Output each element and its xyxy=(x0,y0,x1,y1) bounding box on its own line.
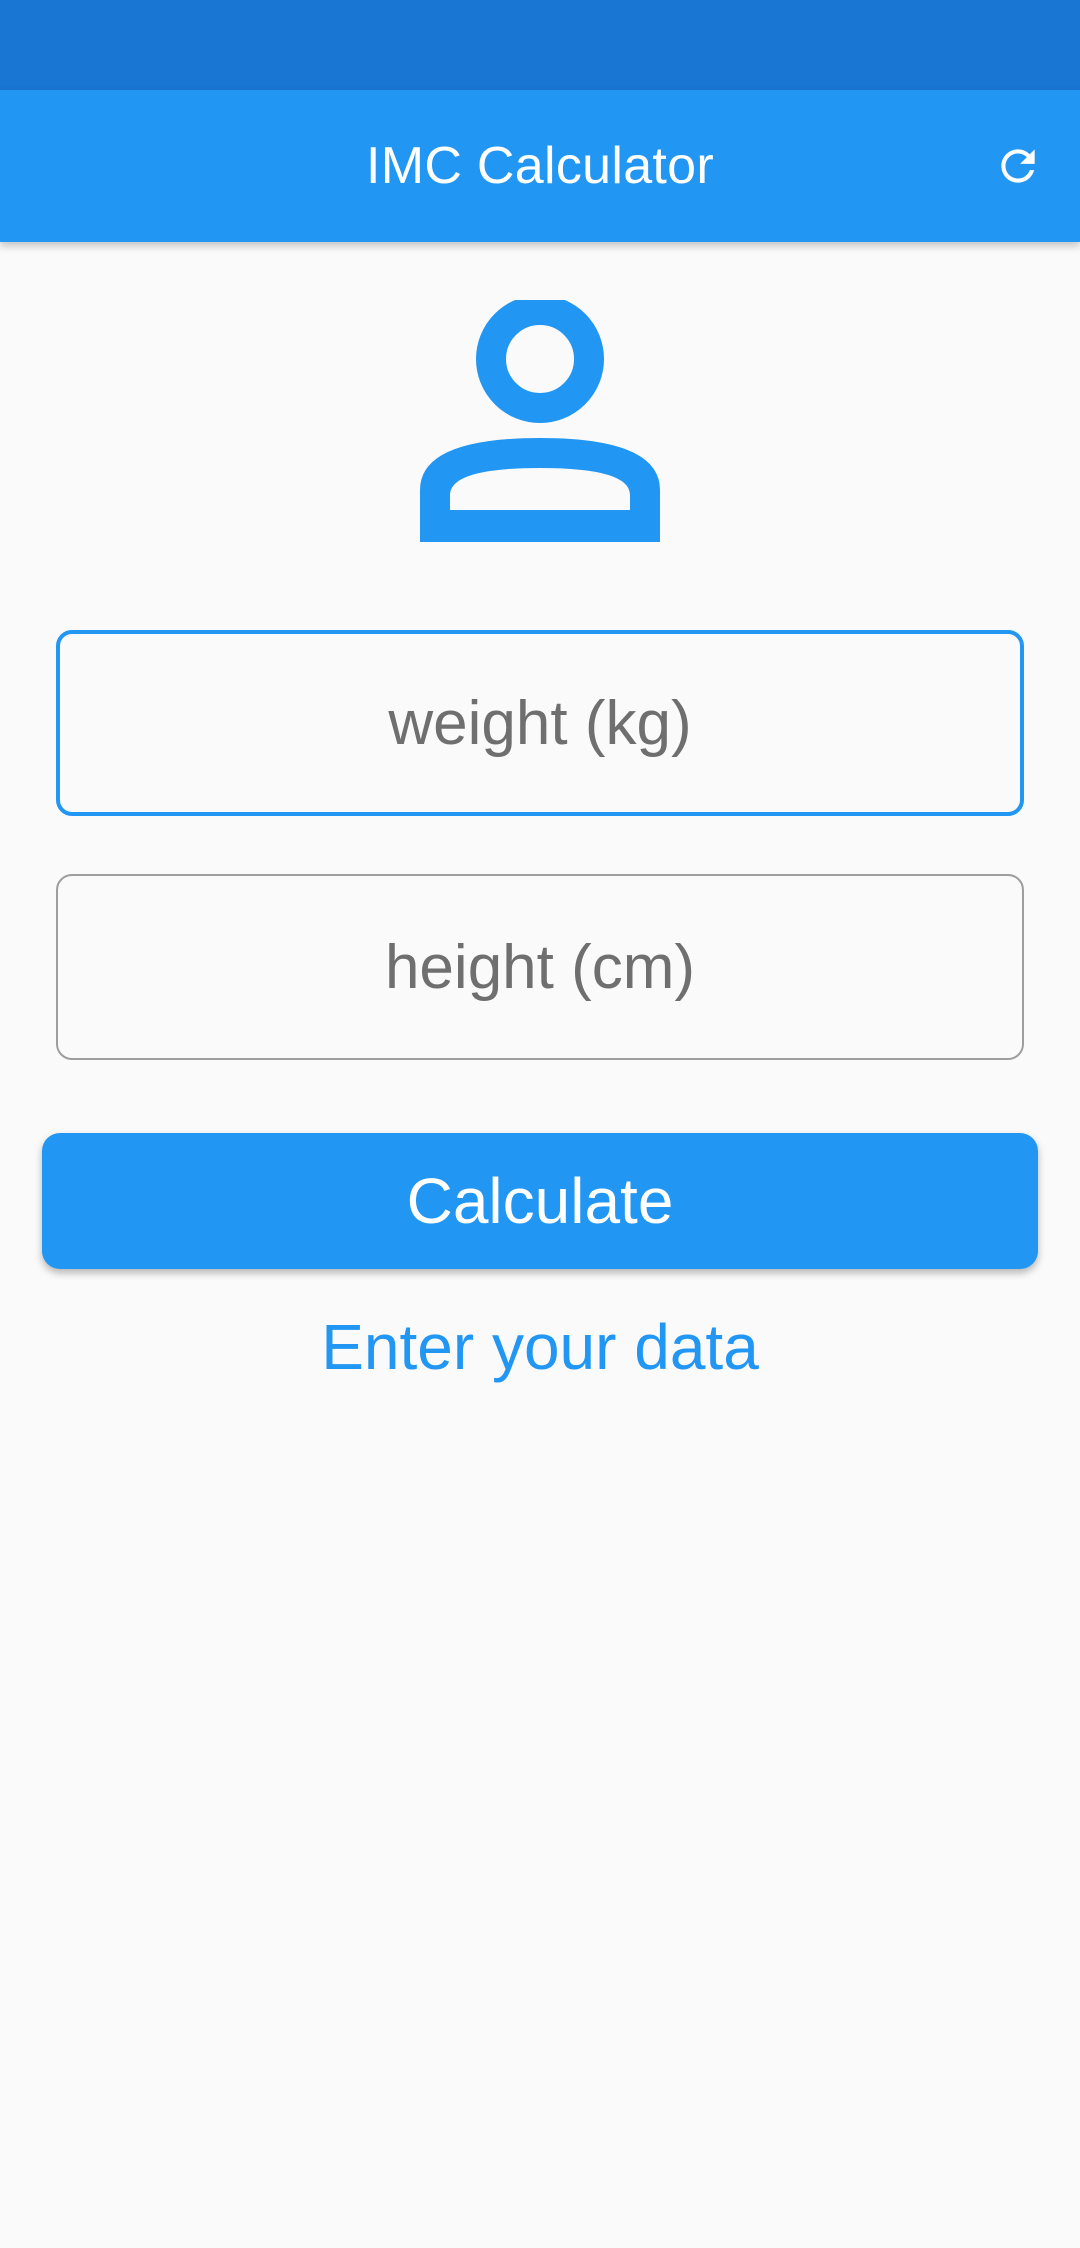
weight-input[interactable] xyxy=(60,633,1020,813)
info-text: Enter your data xyxy=(321,1311,759,1383)
height-input[interactable] xyxy=(58,875,1022,1059)
refresh-button[interactable] xyxy=(986,134,1050,198)
app-bar: IMC Calculator xyxy=(0,90,1080,242)
app-title: IMC Calculator xyxy=(365,137,715,195)
calculate-button[interactable]: Calculate xyxy=(42,1133,1038,1269)
status-bar xyxy=(0,0,1080,90)
refresh-icon xyxy=(1001,149,1035,183)
weight-field-container xyxy=(56,630,1024,816)
height-field-container xyxy=(56,874,1024,1060)
person-outline-icon xyxy=(420,300,660,542)
